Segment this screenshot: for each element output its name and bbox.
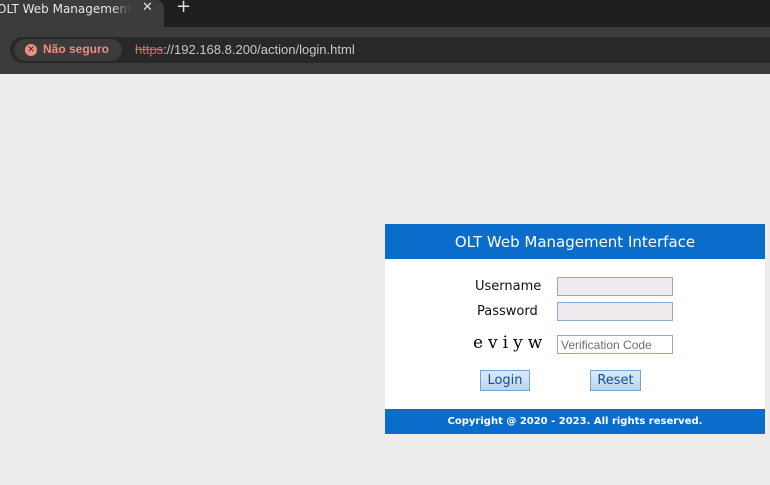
username-label: Username [475, 279, 542, 294]
browser-tab[interactable]: OLT Web Management Interface ✕ [0, 0, 164, 27]
close-icon[interactable]: ✕ [142, 0, 153, 16]
copyright-footer: Copyright @ 2020 - 2023. All rights rese… [385, 409, 765, 434]
browser-toolbar: ✕ Não seguro https://192.168.8.200/actio… [0, 27, 770, 74]
username-input[interactable] [557, 277, 673, 296]
password-label: Password [477, 304, 538, 319]
warning-x-icon: ✕ [25, 44, 37, 56]
tab-title: OLT Web Management Interface [0, 1, 130, 17]
reset-button[interactable]: Reset [590, 370, 641, 391]
login-title: OLT Web Management Interface [385, 224, 765, 259]
url-scheme: https [135, 42, 164, 57]
url-text[interactable]: https://192.168.8.200/action/login.html [135, 42, 355, 57]
login-panel: OLT Web Management Interface Username Pa… [385, 224, 765, 434]
new-tab-icon[interactable]: + [176, 0, 191, 16]
security-indicator[interactable]: ✕ Não seguro [14, 39, 122, 61]
password-input[interactable] [557, 302, 673, 321]
login-button[interactable]: Login [480, 370, 530, 391]
verification-code-input[interactable] [557, 335, 673, 354]
address-bar[interactable]: ✕ Não seguro https://192.168.8.200/actio… [10, 37, 770, 63]
browser-tab-strip: OLT Web Management Interface ✕ + [0, 0, 770, 27]
url-rest: ://192.168.8.200/action/login.html [163, 42, 355, 57]
security-label: Não seguro [43, 42, 110, 56]
captcha-image[interactable]: eviyw [473, 333, 547, 353]
